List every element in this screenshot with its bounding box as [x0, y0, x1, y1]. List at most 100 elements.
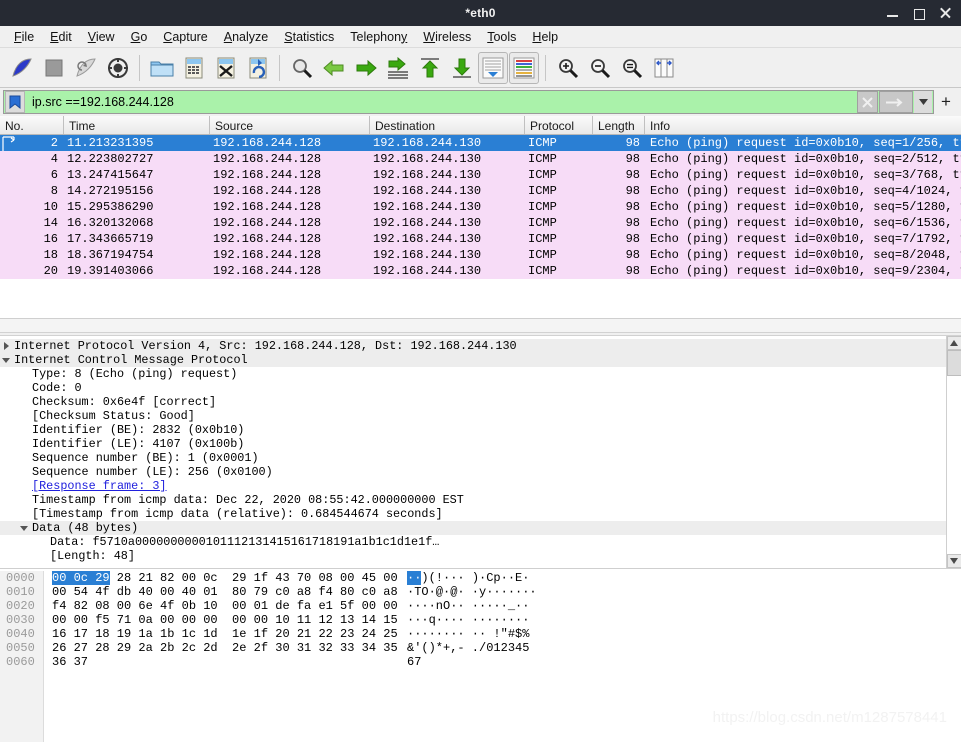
table-row[interactable]: 20 19.391403066 192.168.244.128 192.168.244… — [0, 263, 961, 279]
bookmark-icon[interactable] — [5, 91, 25, 113]
detail-text[interactable]: [Response frame: 3] — [30, 479, 167, 493]
ascii-bytes[interactable]: ···q···· ········ — [407, 613, 529, 627]
hex-row[interactable]: 0040 16 17 18 19 1a 1b 1c 1d 1e 1f 20 21 … — [6, 627, 961, 641]
reload-file-icon[interactable] — [242, 52, 273, 84]
plus-icon[interactable]: + — [934, 90, 958, 114]
menu-item-wireless[interactable]: Wireless — [415, 28, 479, 46]
hex-bytes[interactable]: f4 82 08 00 6e 4f 0b 10 00 01 de fa e1 5… — [44, 599, 398, 613]
packet-list-hscrollbar[interactable] — [0, 318, 961, 332]
detail-row[interactable]: Identifier (BE): 2832 (0x0b10) — [0, 423, 946, 437]
column-header-length[interactable]: Length — [593, 116, 645, 134]
detail-row[interactable]: Internet Control Message Protocol — [0, 353, 946, 367]
detail-row[interactable]: Sequence number (LE): 256 (0x0100) — [0, 465, 946, 479]
column-header-info[interactable]: Info — [645, 116, 961, 134]
column-header-protocol[interactable]: Protocol — [525, 116, 593, 134]
ascii-bytes[interactable]: ··)(!··· )·Cp··E· — [407, 571, 529, 585]
table-row[interactable]: 16 17.343665719 192.168.244.128 192.168.244… — [0, 231, 961, 247]
menu-item-view[interactable]: View — [80, 28, 123, 46]
packet-details-vscrollbar[interactable] — [946, 336, 961, 568]
ascii-bytes[interactable]: &'()*+,- ./012345 — [407, 641, 529, 655]
column-header-time[interactable]: Time — [64, 116, 210, 134]
table-row[interactable]: 2 11.213231395 192.168.244.128 192.168.244.… — [0, 135, 961, 151]
go-forward-icon[interactable] — [350, 52, 381, 84]
display-filter-input[interactable] — [25, 91, 857, 113]
hex-bytes[interactable]: 16 17 18 19 1a 1b 1c 1d 1e 1f 20 21 22 2… — [44, 627, 398, 641]
packet-list-rows[interactable]: 2 11.213231395 192.168.244.128 192.168.244.… — [0, 135, 961, 318]
close-icon[interactable] — [940, 7, 953, 20]
table-row[interactable]: 4 12.223802727 192.168.244.128 192.168.244.… — [0, 151, 961, 167]
clear-icon[interactable] — [857, 91, 878, 113]
zoom-out-icon[interactable] — [584, 52, 615, 84]
start-capture-icon[interactable] — [6, 52, 37, 84]
detail-row[interactable]: [Length: 48] — [0, 549, 946, 563]
save-file-icon[interactable] — [178, 52, 209, 84]
detail-row[interactable]: Data (48 bytes) — [0, 521, 946, 535]
scroll-thumb[interactable] — [946, 350, 961, 376]
hex-row[interactable]: 0050 26 27 28 29 2a 2b 2c 2d 2e 2f 30 31 … — [6, 641, 961, 655]
resize-columns-icon[interactable] — [648, 52, 679, 84]
detail-row[interactable]: Data: f5710a0000000000101112131415161718… — [0, 535, 946, 549]
detail-row[interactable]: [Timestamp from icmp data (relative): 0.… — [0, 507, 946, 521]
scroll-down-icon[interactable] — [946, 554, 961, 568]
hex-row[interactable]: 0000 00 0c 29 28 21 82 00 0c 29 1f 43 70 … — [6, 571, 961, 585]
hex-dump-rows[interactable]: 0000 00 0c 29 28 21 82 00 0c 29 1f 43 70 … — [6, 571, 961, 742]
apply-arrow-icon[interactable] — [879, 91, 913, 113]
menu-item-edit[interactable]: Edit — [42, 28, 80, 46]
hex-row[interactable]: 0020 f4 82 08 00 6e 4f 0b 10 00 01 de fa … — [6, 599, 961, 613]
ascii-bytes[interactable]: ····nO·· ·····_·· — [407, 599, 529, 613]
go-last-packet-icon[interactable] — [446, 52, 477, 84]
menu-item-statistics[interactable]: Statistics — [276, 28, 342, 46]
hex-bytes[interactable]: 00 00 f5 71 0a 00 00 00 00 00 10 11 12 1… — [44, 613, 398, 627]
restart-capture-icon[interactable] — [70, 52, 101, 84]
find-packet-icon[interactable] — [286, 52, 317, 84]
open-file-icon[interactable] — [146, 52, 177, 84]
hex-bytes[interactable]: 36 37 — [44, 655, 88, 669]
detail-row[interactable]: Internet Protocol Version 4, Src: 192.16… — [0, 339, 946, 353]
hex-bytes[interactable]: 00 54 4f db 40 00 40 01 80 79 c0 a8 f4 8… — [44, 585, 398, 599]
hex-row[interactable]: 0060 36 37 67 — [6, 655, 961, 669]
ascii-bytes[interactable]: ·TO·@·@· ·y······· — [407, 585, 537, 599]
maximize-icon[interactable] — [913, 7, 926, 20]
column-header-no[interactable]: No. — [0, 116, 64, 134]
go-back-icon[interactable] — [318, 52, 349, 84]
table-row[interactable]: 10 15.295386290 192.168.244.128 192.168.244… — [0, 199, 961, 215]
detail-row[interactable]: [Checksum Status: Good] — [0, 409, 946, 423]
ascii-bytes[interactable]: 67 — [407, 655, 421, 669]
column-header-source[interactable]: Source — [210, 116, 370, 134]
go-first-packet-icon[interactable] — [414, 52, 445, 84]
hex-row[interactable]: 0030 00 00 f5 71 0a 00 00 00 00 00 10 11 … — [6, 613, 961, 627]
column-header-destination[interactable]: Destination — [370, 116, 525, 134]
hex-dump[interactable]: 0000 00 0c 29 28 21 82 00 0c 29 1f 43 70 … — [0, 569, 961, 742]
capture-options-icon[interactable] — [102, 52, 133, 84]
detail-row[interactable]: Sequence number (BE): 1 (0x0001) — [0, 451, 946, 465]
detail-row[interactable]: Code: 0 — [0, 381, 946, 395]
zoom-reset-icon[interactable] — [616, 52, 647, 84]
detail-row[interactable]: Timestamp from icmp data: Dec 22, 2020 0… — [0, 493, 946, 507]
menu-item-capture[interactable]: Capture — [155, 28, 215, 46]
menu-item-tools[interactable]: Tools — [479, 28, 524, 46]
stop-capture-icon[interactable] — [38, 52, 69, 84]
chevron-down-icon[interactable] — [914, 91, 932, 113]
menu-item-analyze[interactable]: Analyze — [216, 28, 276, 46]
menu-item-file[interactable]: File — [6, 28, 42, 46]
detail-row[interactable]: [Response frame: 3] — [0, 479, 946, 493]
close-file-icon[interactable] — [210, 52, 241, 84]
detail-row[interactable]: Type: 8 (Echo (ping) request) — [0, 367, 946, 381]
table-row[interactable]: 6 13.247415647 192.168.244.128 192.168.244.… — [0, 167, 961, 183]
display-filter-field[interactable] — [3, 90, 934, 114]
minimize-icon[interactable] — [886, 7, 899, 20]
chevron-down-icon[interactable] — [18, 525, 30, 532]
go-to-packet-icon[interactable] — [382, 52, 413, 84]
table-row[interactable]: 14 16.320132068 192.168.244.128 192.168.244… — [0, 215, 961, 231]
table-row[interactable]: 8 14.272195156 192.168.244.128 192.168.244.… — [0, 183, 961, 199]
packet-details-tree[interactable]: Internet Protocol Version 4, Src: 192.16… — [0, 336, 946, 568]
chevron-down-icon[interactable] — [0, 357, 12, 364]
ascii-bytes[interactable]: ········ ·· !"#$% — [407, 627, 529, 641]
hex-row[interactable]: 0010 00 54 4f db 40 00 40 01 80 79 c0 a8 … — [6, 585, 961, 599]
scroll-up-icon[interactable] — [946, 336, 961, 350]
detail-row[interactable]: Checksum: 0x6e4f [correct] — [0, 395, 946, 409]
menu-item-help[interactable]: Help — [524, 28, 566, 46]
scroll-track[interactable] — [946, 350, 961, 554]
hex-bytes[interactable]: 26 27 28 29 2a 2b 2c 2d 2e 2f 30 31 32 3… — [44, 641, 398, 655]
chevron-right-icon[interactable] — [0, 342, 12, 350]
